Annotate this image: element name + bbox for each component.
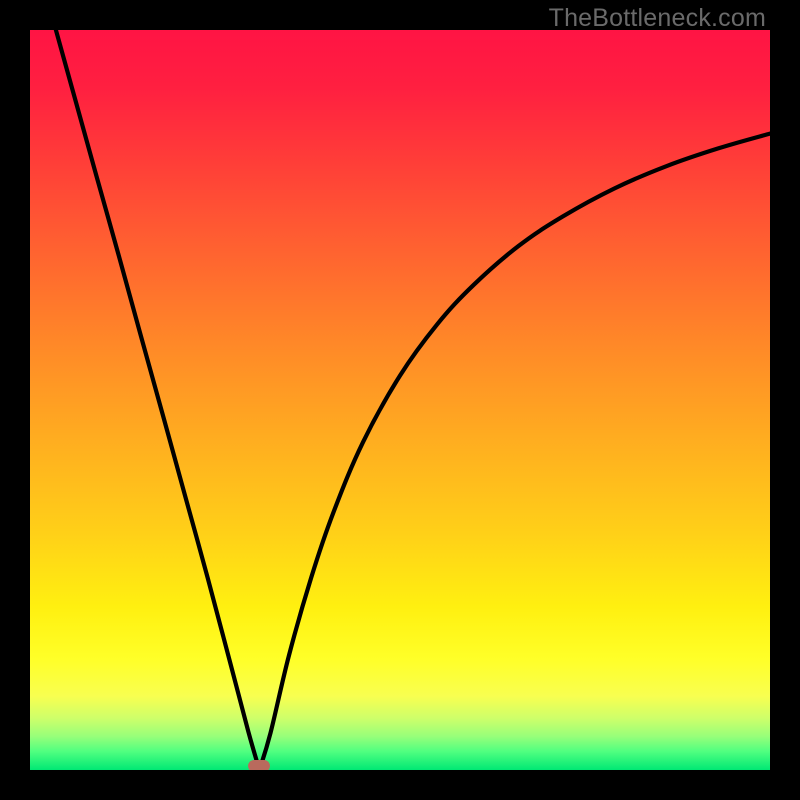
bottleneck-curve [30,30,770,770]
plot-area [30,30,770,770]
minimum-marker [248,760,270,770]
watermark-text: TheBottleneck.com [549,4,766,33]
chart-frame: TheBottleneck.com [0,0,800,800]
